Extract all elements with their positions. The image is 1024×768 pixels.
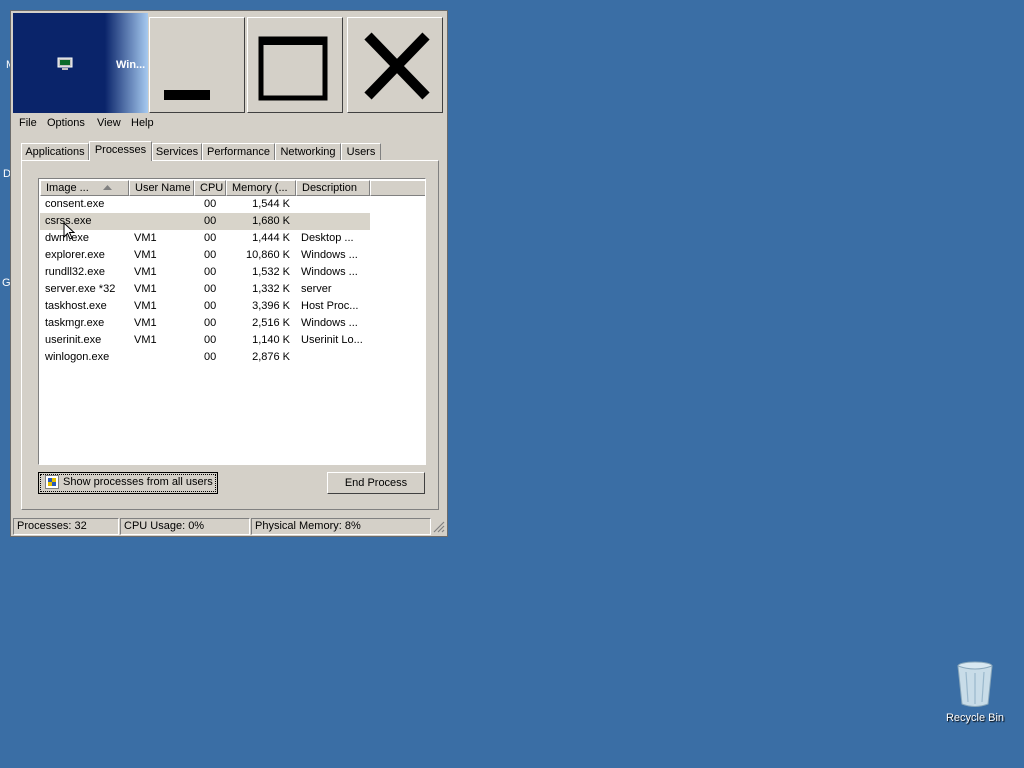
cell-description: Windows ... xyxy=(301,266,358,278)
tab-processes[interactable]: Processes xyxy=(89,141,152,161)
window-title: Win... xyxy=(116,59,146,71)
table-row[interactable]: taskmgr.exe VM1 00 2,516 K Windows ... xyxy=(40,315,370,332)
cell-memory: 1,332 K xyxy=(252,283,290,295)
cell-memory: 1,140 K xyxy=(252,334,290,346)
column-header-user[interactable]: User Name xyxy=(129,180,194,196)
menu-options[interactable]: Options xyxy=(47,117,85,129)
cell-description: Windows ... xyxy=(301,317,358,329)
cell-memory: 1,680 K xyxy=(252,215,290,227)
menu-view[interactable]: View xyxy=(97,117,121,129)
column-header-image[interactable]: Image ... xyxy=(40,180,129,196)
uac-shield-icon xyxy=(45,475,59,489)
recycle-bin-icon xyxy=(957,661,993,707)
cell-user: VM1 xyxy=(134,249,157,261)
cell-user: VM1 xyxy=(134,334,157,346)
cell-user: VM1 xyxy=(134,266,157,278)
cell-cpu: 00 xyxy=(204,300,217,312)
show-all-label: Show processes from all users xyxy=(63,476,213,488)
cell-memory: 2,516 K xyxy=(252,317,290,329)
cell-description: Userinit Lo... xyxy=(301,334,363,346)
menu-help[interactable]: Help xyxy=(131,117,154,129)
cell-description: server xyxy=(301,283,332,295)
cell-cpu: 00 xyxy=(204,266,217,278)
task-manager-window: Win... File Options View Help Applicatio… xyxy=(10,10,448,537)
table-row[interactable]: csrss.exe 00 1,680 K xyxy=(40,213,370,230)
recycle-bin-shortcut[interactable]: Recycle Bin xyxy=(940,660,1010,730)
cell-user: VM1 xyxy=(134,283,157,295)
cell-cpu: 00 xyxy=(204,232,217,244)
cell-description: Windows ... xyxy=(301,249,358,261)
cell-memory: 1,444 K xyxy=(252,232,290,244)
table-row[interactable]: rundll32.exe VM1 00 1,532 K Windows ... xyxy=(40,264,370,281)
task-manager-icon xyxy=(57,57,73,70)
status-processes: Processes: 32 xyxy=(13,518,119,535)
table-row[interactable]: server.exe *32 VM1 00 1,332 K server xyxy=(40,281,370,298)
cell-image: explorer.exe xyxy=(45,249,105,261)
minimize-button[interactable] xyxy=(149,17,245,113)
cell-cpu: 00 xyxy=(204,351,217,363)
column-header-description[interactable]: Description xyxy=(296,180,370,196)
cell-image: consent.exe xyxy=(45,198,105,210)
column-header-memory[interactable]: Memory (... xyxy=(226,180,296,196)
maximize-icon xyxy=(258,36,328,101)
menu-file[interactable]: File xyxy=(19,117,37,129)
minimize-icon xyxy=(164,90,210,100)
maximize-button[interactable] xyxy=(247,17,343,113)
cell-cpu: 00 xyxy=(204,249,217,261)
cell-description: Desktop ... xyxy=(301,232,354,244)
recycle-bin-label: Recycle Bin xyxy=(945,712,1005,724)
sort-ascending-icon xyxy=(103,185,112,190)
column-header-filler xyxy=(370,180,425,196)
cell-cpu: 00 xyxy=(204,334,217,346)
table-row[interactable]: dwm.exe VM1 00 1,444 K Desktop ... xyxy=(40,230,370,247)
process-list[interactable]: Image ... User Name CPU Memory (... Desc… xyxy=(38,178,426,465)
column-header-cpu[interactable]: CPU xyxy=(194,180,226,196)
cell-memory: 1,532 K xyxy=(252,266,290,278)
cell-memory: 2,876 K xyxy=(252,351,290,363)
title-bar[interactable]: Win... xyxy=(13,13,445,113)
table-row[interactable]: winlogon.exe 00 2,876 K xyxy=(40,349,370,366)
tab-services[interactable]: Services xyxy=(152,143,202,160)
table-row[interactable]: explorer.exe VM1 00 10,860 K Windows ... xyxy=(40,247,370,264)
cell-image: rundll32.exe xyxy=(45,266,105,278)
status-cpu: CPU Usage: 0% xyxy=(120,518,250,535)
cell-memory: 10,860 K xyxy=(245,249,290,261)
cell-image: userinit.exe xyxy=(45,334,102,346)
mouse-cursor-icon xyxy=(63,222,75,240)
cell-cpu: 00 xyxy=(204,198,217,210)
status-memory: Physical Memory: 8% xyxy=(251,518,431,535)
close-button[interactable] xyxy=(347,17,443,113)
cell-user: VM1 xyxy=(134,232,157,244)
column-label: Image ... xyxy=(46,182,89,194)
tab-networking[interactable]: Networking xyxy=(275,143,341,160)
cell-cpu: 00 xyxy=(204,317,217,329)
cell-image: dwm.exe xyxy=(45,232,90,244)
cell-memory: 1,544 K xyxy=(252,198,290,210)
cell-image: taskmgr.exe xyxy=(45,317,105,329)
cell-image: csrss.exe xyxy=(45,215,92,227)
table-row[interactable]: consent.exe 00 1,544 K xyxy=(40,196,370,213)
cell-user: VM1 xyxy=(134,317,157,329)
tab-performance[interactable]: Performance xyxy=(202,143,275,160)
resize-grip-icon[interactable] xyxy=(433,521,445,533)
cell-memory: 3,396 K xyxy=(252,300,290,312)
cell-cpu: 00 xyxy=(204,283,217,295)
table-row[interactable]: userinit.exe VM1 00 1,140 K Userinit Lo... xyxy=(40,332,370,349)
cell-cpu: 00 xyxy=(204,215,217,227)
tab-applications[interactable]: Applications xyxy=(21,143,89,160)
cell-user: VM1 xyxy=(134,300,157,312)
cell-description: Host Proc... xyxy=(301,300,359,312)
close-icon xyxy=(364,32,430,100)
cell-image: winlogon.exe xyxy=(45,351,110,363)
cell-image: server.exe *32 xyxy=(45,283,116,295)
table-row[interactable]: taskhost.exe VM1 00 3,396 K Host Proc... xyxy=(40,298,370,315)
cell-image: taskhost.exe xyxy=(45,300,107,312)
title-area[interactable]: Win... xyxy=(13,13,148,113)
tab-users[interactable]: Users xyxy=(341,143,381,160)
end-process-button[interactable]: End Process xyxy=(327,472,425,494)
show-all-processes-button[interactable]: Show processes from all users xyxy=(38,472,218,494)
